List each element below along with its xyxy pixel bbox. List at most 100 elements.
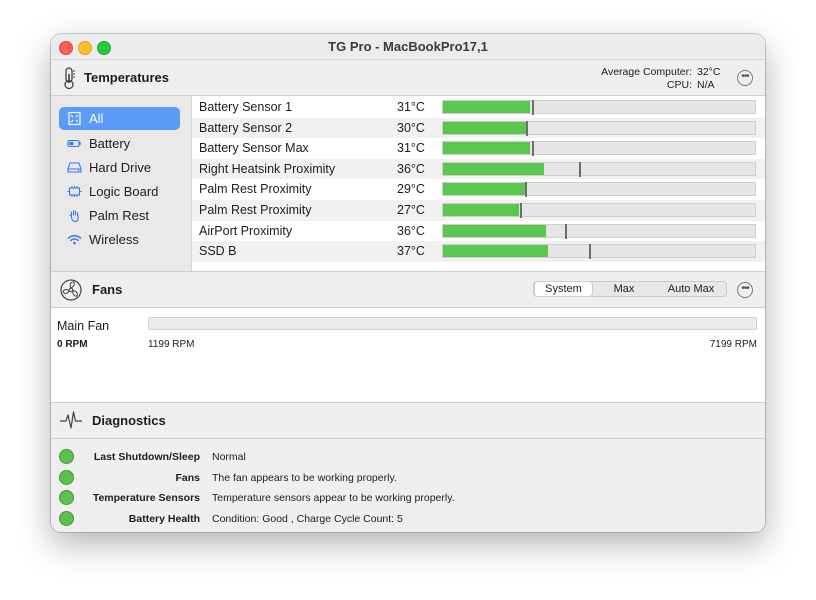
average-computer-label: Average Computer: [601, 66, 692, 78]
max-temperature-marker [520, 202, 522, 218]
diagnostic-value: Condition: Good , Charge Cycle Count: 5 [212, 513, 403, 525]
average-computer-value: 32°C [697, 66, 721, 78]
status-ok-icon [59, 470, 74, 485]
sidebar-item-label: Wireless [89, 232, 139, 247]
diagnostic-label: Last Shutdown/Sleep [93, 451, 200, 463]
status-ok-icon [59, 511, 74, 526]
diagnostic-row: Last Shutdown/Sleep Normal [51, 448, 765, 468]
battery-icon [67, 139, 81, 148]
sensor-name: Battery Sensor 1 [199, 100, 293, 114]
sensor-row[interactable]: Palm Rest Proximity 27°C [192, 199, 765, 221]
fan-icon [60, 279, 82, 301]
cpu-label: CPU: [666, 79, 692, 91]
cpu-value: N/A [697, 79, 715, 91]
diagnostic-label: Battery Health [128, 513, 200, 525]
fan-mode-system[interactable]: System [535, 282, 592, 296]
sidebar-item-label: Hard Drive [89, 160, 152, 175]
temperatures-more-button[interactable]: ••• [737, 70, 753, 86]
diagnostics-title: Diagnostics [92, 413, 166, 428]
sensor-name: Battery Sensor Max [199, 141, 309, 156]
sensor-row[interactable]: Battery Sensor 1 31°C [192, 97, 765, 118]
wifi-icon [67, 235, 82, 245]
temperatures-header: Temperatures Average Computer: CPU: 32°C… [51, 60, 765, 96]
temperature-bar [442, 202, 756, 218]
diagnostic-label: Fans [175, 472, 200, 484]
sidebar-item-label: All [89, 111, 104, 126]
max-temperature-marker [532, 141, 535, 157]
diagnostic-value: Normal [212, 451, 246, 463]
diagnostics-header: Diagnostics [51, 403, 765, 439]
temperature-bar [442, 120, 756, 136]
logic-board-icon [67, 186, 82, 197]
sidebar-item-hard-drive[interactable]: Hard Drive [59, 156, 180, 179]
max-temperature-marker [524, 182, 527, 198]
max-temperature-marker [526, 120, 529, 136]
temperature-bar [442, 223, 756, 239]
status-ok-icon [59, 490, 74, 505]
sensor-name: SSD B [199, 244, 237, 259]
title-bar: TG Pro - MacBookPro17,1 [51, 34, 765, 60]
sensor-value: 31°C [397, 100, 425, 114]
fan-max-rpm: 7199 RPM [709, 339, 757, 350]
status-ok-icon [59, 449, 74, 464]
sidebar-item-label: Logic Board [89, 184, 159, 199]
sensor-value: 30°C [397, 120, 425, 135]
fans-header: Fans System Max Auto Max ••• [51, 272, 765, 308]
temperature-bar-fill [443, 101, 531, 113]
fan-current-rpm: 0 RPM [57, 339, 88, 350]
sensor-row[interactable]: Palm Rest Proximity 29°C [192, 179, 765, 200]
diagnostic-value: Temperature sensors appear to be working… [212, 492, 455, 504]
average-values: 32°C N/A [697, 66, 720, 92]
sensor-name: AirPort Proximity [199, 223, 293, 238]
temperature-bar-fill [443, 203, 520, 216]
fans-panel: Main Fan 0 RPM 1199 RPM 7199 RPM [51, 308, 765, 403]
diagnostics-panel: Last Shutdown/Sleep Normal Fans The fan … [51, 439, 765, 532]
hard-drive-icon [67, 162, 82, 173]
fan-name: Main Fan [57, 319, 110, 333]
sensor-row[interactable]: Battery Sensor 2 30°C [192, 117, 765, 139]
fan-speed-bar [148, 317, 757, 330]
fan-min-rpm: 1199 RPM [148, 339, 195, 350]
fan-mode-auto-max[interactable]: Auto Max [656, 282, 726, 296]
fan-mode-max[interactable]: Max [595, 282, 653, 296]
sidebar-item-logic-board[interactable]: Logic Board [59, 180, 180, 203]
sensor-row[interactable]: Battery Sensor Max 31°C [192, 138, 765, 159]
temperature-bar [442, 100, 756, 115]
max-temperature-marker [565, 223, 568, 239]
temperatures-title: Temperatures [84, 70, 170, 85]
sidebar-item-all[interactable]: All [59, 107, 180, 130]
sidebar-item-palm-rest[interactable]: Palm Rest [59, 204, 180, 227]
diagnostic-row: Temperature Sensors Temperature sensors … [51, 489, 765, 509]
fans-more-button[interactable]: ••• [737, 282, 753, 298]
temperature-bar-fill [443, 121, 528, 134]
more-icon: ••• [741, 71, 750, 82]
sensor-row[interactable]: Right Heatsink Proximity 36°C [192, 158, 765, 180]
sensor-value: 29°C [397, 182, 425, 197]
sensor-name: Palm Rest Proximity [199, 202, 312, 217]
sidebar-item-label: Palm Rest [89, 208, 149, 223]
sensor-name: Palm Rest Proximity [199, 182, 312, 197]
sensor-name: Right Heatsink Proximity [199, 161, 336, 176]
sensor-row[interactable]: SSD B 37°C [192, 241, 765, 262]
diagnostic-label: Temperature Sensors [92, 492, 200, 504]
diagnostic-row: Fans The fan appears to be working prope… [51, 469, 765, 489]
hand-icon [69, 209, 79, 223]
sensor-value: 31°C [397, 141, 425, 156]
max-temperature-marker [579, 161, 582, 177]
sidebar-item-label: Battery [89, 136, 131, 151]
temperature-bar-fill [443, 245, 548, 258]
temperature-bar-fill [443, 162, 545, 175]
sensor-row[interactable]: AirPort Proximity 36°C [192, 221, 765, 242]
sidebar-item-wireless[interactable]: Wireless [59, 228, 180, 251]
sensor-category-sidebar: All Battery Hard Drive Logic Board Palm … [51, 96, 192, 271]
diagnostic-value: The fan appears to be working properly. [212, 472, 397, 484]
average-labels: Average Computer: CPU: [600, 66, 692, 92]
sidebar-item-battery[interactable]: Battery [59, 132, 180, 155]
temperature-bar [442, 141, 756, 157]
pulse-icon [60, 411, 82, 429]
chip-outline-icon [68, 111, 81, 126]
window-title: TG Pro - MacBookPro17,1 [328, 39, 488, 54]
max-temperature-marker [532, 100, 535, 115]
temperature-bar-fill [443, 142, 531, 155]
temperature-bar [442, 161, 756, 177]
